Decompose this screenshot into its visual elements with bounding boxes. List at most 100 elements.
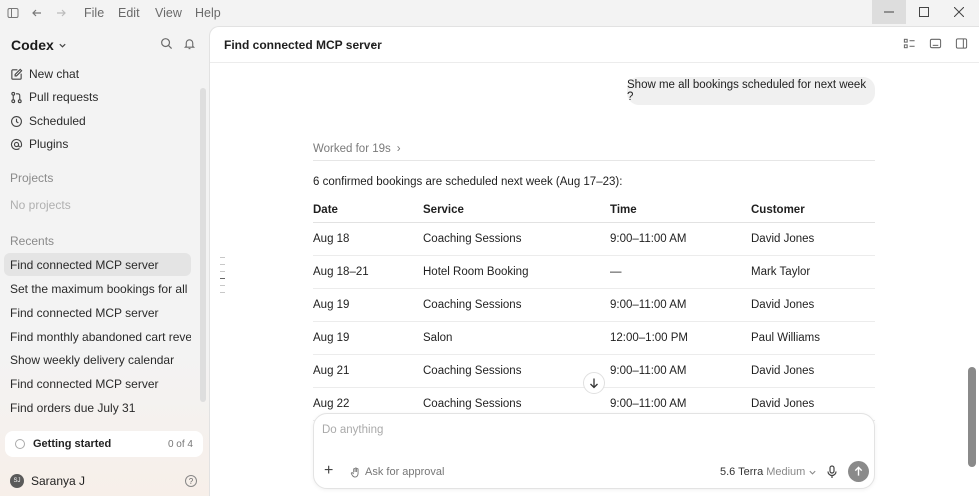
getting-started-label: Getting started xyxy=(33,438,112,450)
nav-label: Plugins xyxy=(29,137,69,151)
scroll-to-bottom-button[interactable] xyxy=(583,372,605,394)
pull-request-icon xyxy=(11,91,22,103)
nav-label: Pull requests xyxy=(29,90,99,104)
recent-item[interactable]: Set the maximum bookings for all ca xyxy=(4,277,191,300)
table-cell: Hotel Room Booking xyxy=(423,266,529,278)
at-icon xyxy=(10,138,23,150)
nav-label: Scheduled xyxy=(29,114,86,128)
table-cell: Aug 21 xyxy=(313,365,350,377)
table-cell: David Jones xyxy=(751,299,815,311)
chat-scrollbar[interactable] xyxy=(968,67,976,493)
menu-help[interactable]: Help xyxy=(195,6,221,20)
scrollbar-thumb[interactable] xyxy=(968,367,976,467)
nav-label: New chat xyxy=(29,67,80,81)
model-selector[interactable]: 5.6 Terra Medium xyxy=(720,466,817,478)
nav-new-chat[interactable]: New chat xyxy=(10,65,79,83)
progress-ring-icon xyxy=(15,439,25,449)
chat-header: Find connected MCP server ··· xyxy=(210,27,979,63)
nav-pull-requests[interactable]: Pull requests xyxy=(10,88,98,106)
prompt-input[interactable] xyxy=(322,424,862,436)
more-options-icon[interactable]: ··· xyxy=(366,36,382,51)
microphone-icon[interactable] xyxy=(826,465,838,479)
table-row: Aug 18–21 Hotel Room Booking — Mark Tayl… xyxy=(313,256,875,289)
search-icon[interactable] xyxy=(160,37,174,51)
close-button[interactable] xyxy=(942,0,976,24)
avatar: SJ xyxy=(10,474,24,488)
user-name: Saranya J xyxy=(31,474,86,488)
user-profile[interactable]: SJ Saranya J xyxy=(10,474,85,488)
checklist-icon[interactable] xyxy=(903,37,917,51)
table-cell: 9:00–11:00 AM xyxy=(610,365,687,377)
chevron-right-icon: › xyxy=(396,143,401,155)
worked-for-label: Worked for 19s xyxy=(313,143,391,155)
table-cell: David Jones xyxy=(751,233,815,245)
sidebar-scrollbar[interactable] xyxy=(200,88,206,402)
plus-icon[interactable]: + xyxy=(324,462,333,480)
back-arrow-icon[interactable] xyxy=(28,4,46,22)
model-level: Medium xyxy=(766,466,806,478)
recent-item[interactable]: Find monthly abandoned cart revenu xyxy=(4,325,191,348)
column-header: Date xyxy=(313,204,338,216)
worked-for-toggle[interactable]: Worked for 19s › xyxy=(313,143,401,155)
recent-item[interactable]: Find connected MCP server xyxy=(4,301,191,324)
table-row: Aug 19 Coaching Sessions 9:00–11:00 AM D… xyxy=(313,289,875,322)
response-summary: 6 confirmed bookings are scheduled next … xyxy=(313,176,623,188)
recents-heading: Recents xyxy=(10,234,55,248)
table-cell: Coaching Sessions xyxy=(423,233,522,245)
table-cell: 9:00–11:00 AM xyxy=(610,233,687,245)
app-name: Codex xyxy=(11,37,54,53)
column-header: Service xyxy=(423,204,464,216)
nav-scheduled[interactable]: Scheduled xyxy=(10,112,86,130)
approval-selector[interactable]: Ask for approval xyxy=(350,466,444,478)
recent-item[interactable]: Find connected MCP server xyxy=(4,372,191,395)
sidebar: Codex New chat Pull requests Scheduled P… xyxy=(0,26,209,496)
table-header: Date Service Time Customer xyxy=(313,198,875,223)
table-cell: Salon xyxy=(423,332,453,344)
hand-icon xyxy=(350,466,359,478)
composer: + Ask for approval 5.6 Terra Medium xyxy=(313,413,875,489)
table-row: Aug 19 Salon 12:00–1:00 PM Paul Williams xyxy=(313,322,875,355)
user-message-bubble: Show me all bookings scheduled for next … xyxy=(627,77,875,105)
column-header: Time xyxy=(610,204,637,216)
approval-label: Ask for approval xyxy=(365,466,445,478)
model-name: 5.6 Terra xyxy=(720,466,764,478)
table-cell: Mark Taylor xyxy=(751,266,811,278)
table-cell: Coaching Sessions xyxy=(423,299,522,311)
menu-view[interactable]: View xyxy=(155,6,182,20)
main-panel: Find connected MCP server ··· Show me al… xyxy=(209,26,979,496)
terminal-icon[interactable] xyxy=(929,37,943,51)
getting-started-card[interactable]: Getting started 0 of 4 xyxy=(5,431,203,457)
table-cell: 9:00–11:00 AM xyxy=(610,299,687,311)
arrow-down-icon xyxy=(590,378,598,389)
help-icon[interactable]: ? xyxy=(185,475,197,487)
nav-plugins[interactable]: Plugins xyxy=(10,135,68,153)
send-button[interactable] xyxy=(848,461,869,482)
table-cell: 12:00–1:00 PM xyxy=(610,332,689,344)
table-cell: Aug 18–21 xyxy=(313,266,369,278)
table-cell: Coaching Sessions xyxy=(423,398,522,410)
chevron-down-icon xyxy=(59,43,66,48)
table-cell: Aug 18 xyxy=(313,233,350,245)
menu-edit[interactable]: Edit xyxy=(118,6,140,20)
bell-icon[interactable] xyxy=(183,37,197,51)
app-switcher[interactable]: Codex xyxy=(11,37,67,53)
page-title: Find connected MCP server xyxy=(224,38,382,52)
sidebar-toggle-icon[interactable] xyxy=(4,4,22,22)
recent-item[interactable]: Show weekly delivery calendar xyxy=(4,348,191,371)
chevron-down-icon xyxy=(809,470,816,475)
recent-item[interactable]: Find orders due July 31 xyxy=(4,396,191,419)
projects-empty: No projects xyxy=(10,198,71,212)
recent-item[interactable]: Find connected MCP server xyxy=(4,253,191,276)
minimize-button[interactable] xyxy=(872,0,906,24)
side-panel-icon[interactable] xyxy=(955,37,969,51)
forward-arrow-icon[interactable] xyxy=(52,4,70,22)
table-cell: David Jones xyxy=(751,365,815,377)
table-cell: David Jones xyxy=(751,398,815,410)
projects-heading: Projects xyxy=(10,171,54,185)
table-cell: — xyxy=(610,266,622,278)
divider xyxy=(313,160,875,161)
column-header: Customer xyxy=(751,204,805,216)
menu-file[interactable]: File xyxy=(84,6,104,20)
getting-started-count: 0 of 4 xyxy=(167,438,193,450)
maximize-button[interactable] xyxy=(907,0,941,24)
